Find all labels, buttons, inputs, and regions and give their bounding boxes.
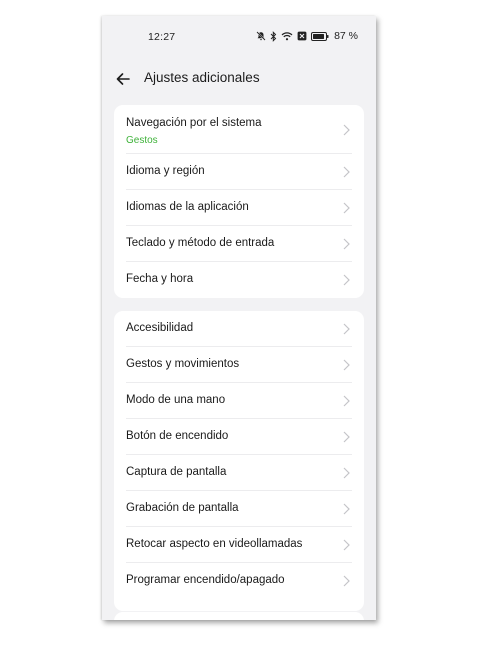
item-label: Teclado y método de entrada	[126, 237, 275, 249]
status-icons: 87 %	[256, 29, 358, 43]
chevron-right-icon	[343, 238, 350, 250]
item-label: Idioma y región	[126, 165, 205, 177]
item-label: Retocar aspecto en videollamadas	[126, 538, 303, 550]
chevron-right-icon	[343, 431, 350, 443]
status-bar: 12:27 87 %	[102, 16, 376, 56]
chevron-right-icon	[343, 575, 350, 587]
item-label: Programar encendido/apagado	[126, 574, 285, 586]
list-item-app-languages[interactable]: Idiomas de la aplicación	[114, 190, 364, 226]
list-item-language-region[interactable]: Idioma y región	[114, 154, 364, 190]
chevron-right-icon	[343, 202, 350, 214]
battery-percentage: 87 %	[334, 30, 358, 42]
list-item-power-button[interactable]: Botón de encendido	[114, 419, 364, 455]
page-header: Ajustes adicionales	[102, 66, 376, 96]
list-item-video-call-retouch[interactable]: Retocar aspecto en videollamadas	[114, 527, 364, 563]
list-item-scheduled-power[interactable]: Programar encendido/apagado	[114, 563, 364, 599]
chevron-right-icon	[343, 274, 350, 286]
item-label: Navegación por el sistema	[126, 117, 262, 129]
chevron-right-icon	[343, 166, 350, 178]
list-item-keyboard-input[interactable]: Teclado y método de entrada	[114, 226, 364, 262]
chevron-right-icon	[343, 503, 350, 515]
list-item-screen-recording[interactable]: Grabación de pantalla	[114, 491, 364, 527]
item-label: Gestos y movimientos	[126, 358, 240, 370]
chevron-right-icon	[343, 395, 350, 407]
list-item-one-hand-mode[interactable]: Modo de una mano	[114, 383, 364, 419]
chevron-right-icon	[343, 124, 350, 136]
list-item-gestures-motions[interactable]: Gestos y movimientos	[114, 347, 364, 383]
status-time: 12:27	[148, 31, 176, 43]
item-label: Grabación de pantalla	[126, 502, 239, 514]
item-label: Modo de una mano	[126, 394, 226, 406]
settings-card-1: Navegación por el sistema Gestos Idioma …	[114, 105, 364, 298]
chevron-right-icon	[343, 359, 350, 371]
bluetooth-icon	[270, 30, 277, 42]
item-subtitle: Gestos	[126, 135, 158, 146]
list-item-date-time[interactable]: Fecha y hora	[114, 262, 364, 298]
sim-icon	[297, 31, 307, 41]
chevron-right-icon	[343, 539, 350, 551]
item-label: Idiomas de la aplicación	[126, 201, 249, 213]
phone-screen: 12:27 87 % Ajustes adicionales Navegació…	[102, 16, 376, 620]
list-item-screenshot[interactable]: Captura de pantalla	[114, 455, 364, 491]
wifi-icon	[281, 32, 293, 41]
chevron-right-icon	[343, 323, 350, 335]
item-label: Captura de pantalla	[126, 466, 227, 478]
settings-card-2: Accesibilidad Gestos y movimientos Modo …	[114, 311, 364, 611]
page-title: Ajustes adicionales	[144, 70, 260, 85]
chevron-right-icon	[343, 467, 350, 479]
list-item-accessibility[interactable]: Accesibilidad	[114, 311, 364, 347]
item-label: Fecha y hora	[126, 273, 194, 285]
bell-off-icon	[256, 31, 266, 41]
item-label: Accesibilidad	[126, 322, 194, 334]
battery-icon	[311, 31, 329, 41]
item-label: Botón de encendido	[126, 430, 229, 442]
list-item-system-navigation[interactable]: Navegación por el sistema Gestos	[114, 105, 364, 154]
arrow-left-icon[interactable]	[114, 70, 132, 88]
settings-card-3	[114, 612, 364, 620]
